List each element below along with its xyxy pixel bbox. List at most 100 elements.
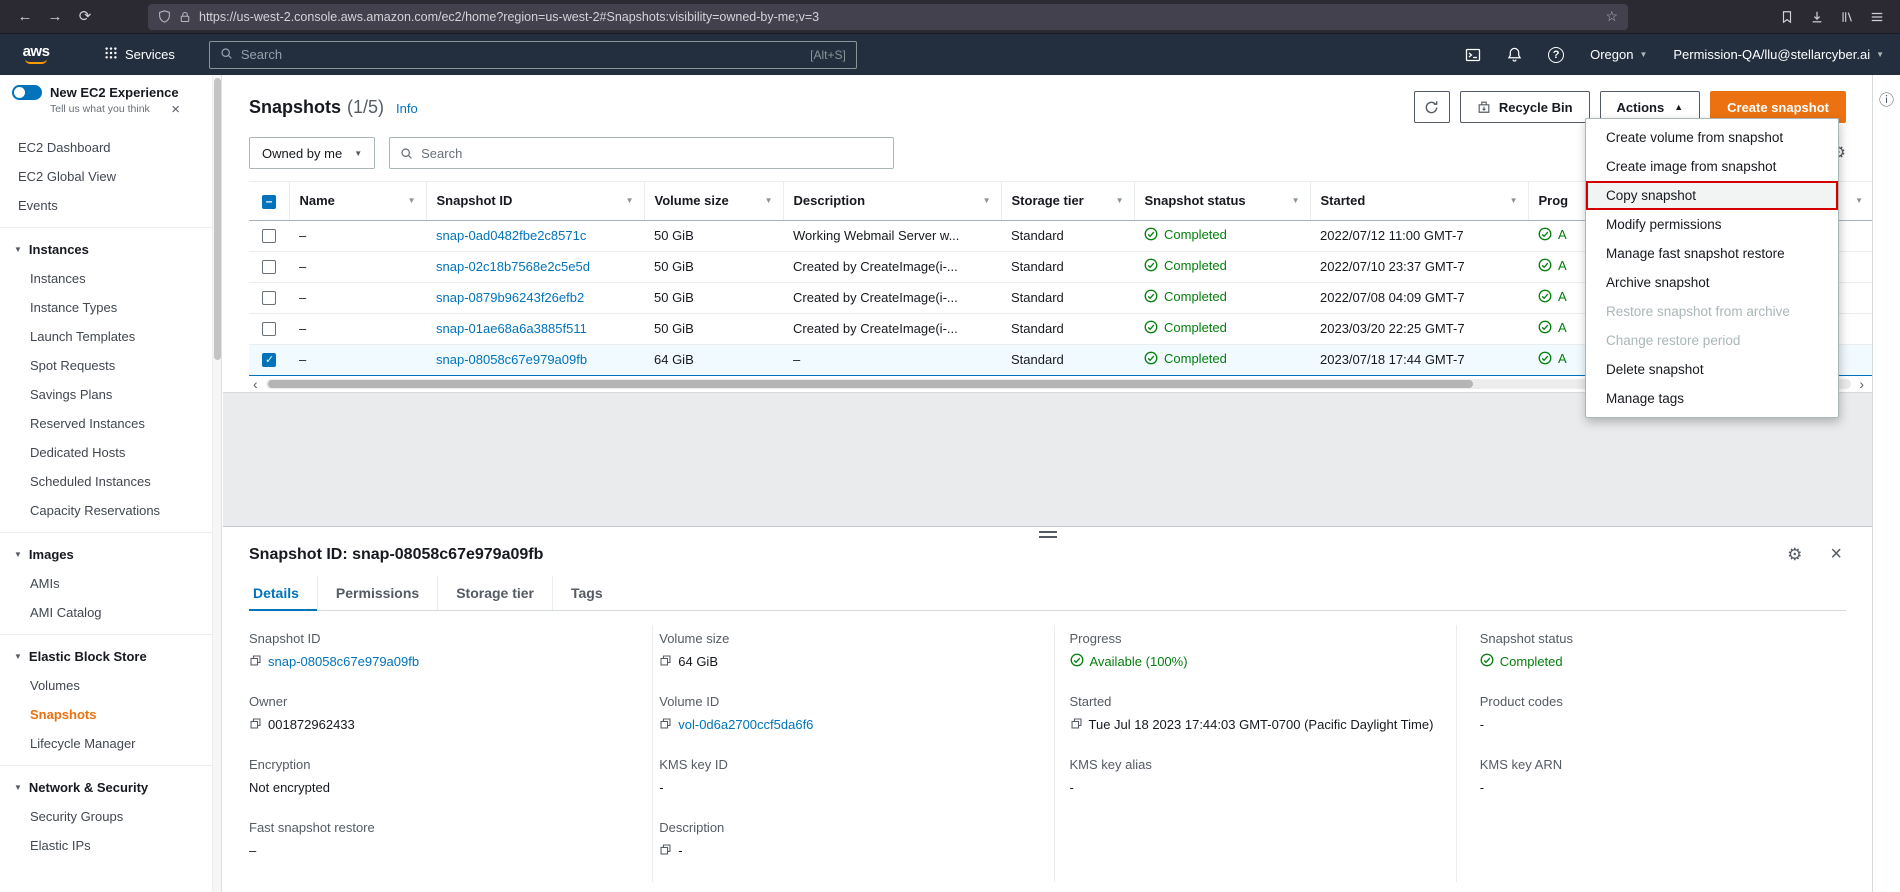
sidebar-item-lifecycle-manager[interactable]: Lifecycle Manager — [0, 729, 212, 758]
info-icon[interactable]: ⓘ — [1879, 92, 1894, 109]
menu-item-modify-permissions[interactable]: Modify permissions — [1586, 210, 1838, 239]
tab-storage-tier[interactable]: Storage tier — [437, 576, 552, 610]
sidebar-item-elastic-ips[interactable]: Elastic IPs — [0, 831, 212, 860]
menu-item-copy-snapshot[interactable]: Copy snapshot — [1586, 181, 1838, 210]
browser-forward-button[interactable]: → — [42, 4, 68, 30]
lock-icon[interactable] — [179, 11, 191, 23]
sidebar-item-capacity-reservations[interactable]: Capacity Reservations — [0, 496, 212, 525]
menu-item-manage-fast-snapshot-restore[interactable]: Manage fast snapshot restore — [1586, 239, 1838, 268]
sidebar-item-images[interactable]: ▼Images — [0, 540, 212, 569]
cloudshell-icon[interactable] — [1465, 47, 1481, 63]
menu-item-delete-snapshot[interactable]: Delete snapshot — [1586, 355, 1838, 384]
snapshot-id-link[interactable]: snap-02c18b7568e2c5e5d — [436, 259, 590, 274]
refresh-button[interactable] — [1414, 91, 1450, 123]
scrollbar-thumb[interactable] — [214, 78, 221, 360]
row-checkbox[interactable] — [262, 260, 276, 274]
close-icon[interactable]: × — [171, 101, 180, 118]
sidebar-scrollbar[interactable] — [212, 75, 222, 892]
row-checkbox[interactable] — [262, 229, 276, 243]
value-link[interactable]: snap-08058c67e979a09fb — [268, 653, 419, 672]
filter-icon[interactable]: ▼ — [1510, 196, 1518, 205]
menu-item-archive-snapshot[interactable]: Archive snapshot — [1586, 268, 1838, 297]
tab-tags[interactable]: Tags — [552, 576, 621, 610]
copy-icon[interactable] — [659, 843, 672, 856]
column-header-started[interactable]: Started▼ — [1310, 182, 1528, 220]
sidebar-item-savings-plans[interactable]: Savings Plans — [0, 380, 212, 409]
ownership-filter-dropdown[interactable]: Owned by me ▼ — [249, 137, 375, 169]
row-checkbox[interactable] — [262, 353, 276, 367]
snapshot-search-input[interactable] — [421, 146, 883, 161]
sidebar-item-network-security[interactable]: ▼Network & Security — [0, 773, 212, 802]
column-header-name[interactable]: Name▼ — [289, 182, 426, 220]
sidebar-item-launch-templates[interactable]: Launch Templates — [0, 322, 212, 351]
help-icon[interactable]: ? — [1548, 47, 1564, 63]
region-selector[interactable]: Oregon▼ — [1590, 47, 1647, 62]
sidebar-item-volumes[interactable]: Volumes — [0, 671, 212, 700]
browser-address-bar[interactable]: https://us-west-2.console.aws.amazon.com… — [148, 4, 1628, 30]
sidebar-item-elastic-block-store[interactable]: ▼Elastic Block Store — [0, 642, 212, 671]
menu-item-create-volume-from-snapshot[interactable]: Create volume from snapshot — [1586, 123, 1838, 152]
filter-icon[interactable]: ▼ — [1116, 196, 1124, 205]
notifications-bell-icon[interactable] — [1507, 47, 1522, 62]
copy-icon[interactable] — [249, 654, 262, 667]
bookmark-star-icon[interactable]: ☆ — [1605, 8, 1618, 25]
browser-reload-button[interactable]: ⟳ — [72, 4, 98, 30]
menu-icon[interactable] — [1870, 10, 1884, 24]
filter-icon[interactable]: ▼ — [1855, 196, 1863, 205]
scroll-left-arrow[interactable]: ‹ — [249, 377, 262, 391]
sidebar-item-reserved-instances[interactable]: Reserved Instances — [0, 409, 212, 438]
snapshot-search[interactable] — [389, 137, 894, 169]
sidebar-item-scheduled-instances[interactable]: Scheduled Instances — [0, 467, 212, 496]
column-header-snapshot-status[interactable]: Snapshot status▼ — [1134, 182, 1310, 220]
panel-close-icon[interactable]: × — [1830, 543, 1842, 566]
copy-icon[interactable] — [249, 717, 262, 730]
panel-drag-handle[interactable] — [1039, 531, 1057, 538]
filter-icon[interactable]: ▼ — [765, 196, 773, 205]
recycle-bin-button[interactable]: Recycle Bin — [1460, 91, 1590, 123]
sidebar-item-instance-types[interactable]: Instance Types — [0, 293, 212, 322]
download-icon[interactable] — [1810, 10, 1824, 24]
sidebar-item-ec2-dashboard[interactable]: EC2 Dashboard — [0, 133, 212, 162]
menu-item-create-image-from-snapshot[interactable]: Create image from snapshot — [1586, 152, 1838, 181]
menu-item-manage-tags[interactable]: Manage tags — [1586, 384, 1838, 413]
sidebar-item-instances[interactable]: Instances — [0, 264, 212, 293]
info-link[interactable]: Info — [396, 101, 418, 116]
column-header-volume-size[interactable]: Volume size▼ — [644, 182, 783, 220]
copy-icon[interactable] — [1070, 717, 1083, 730]
snapshot-id-link[interactable]: snap-0879b96243f26efb2 — [436, 290, 584, 305]
sidebar-item-events[interactable]: Events — [0, 191, 212, 220]
sidebar-item-ec2-global-view[interactable]: EC2 Global View — [0, 162, 212, 191]
sidebar-item-ami-catalog[interactable]: AMI Catalog — [0, 598, 212, 627]
row-checkbox[interactable] — [262, 322, 276, 336]
sidebar-item-spot-requests[interactable]: Spot Requests — [0, 351, 212, 380]
row-checkbox[interactable] — [262, 291, 276, 305]
tab-details[interactable]: Details — [249, 576, 317, 610]
browser-back-button[interactable]: ← — [12, 4, 38, 30]
filter-icon[interactable]: ▼ — [408, 196, 416, 205]
global-search-input[interactable] — [241, 47, 802, 62]
sidebar-item-security-groups[interactable]: Security Groups — [0, 802, 212, 831]
new-experience-toggle[interactable] — [12, 85, 42, 100]
sidebar-item-snapshots[interactable]: Snapshots — [0, 700, 212, 729]
snapshot-id-link[interactable]: snap-08058c67e979a09fb — [436, 352, 587, 367]
snapshot-id-link[interactable]: snap-01ae68a6a3885f511 — [436, 321, 587, 336]
copy-icon[interactable] — [659, 654, 672, 667]
account-menu[interactable]: Permission-QA/llu@stellarcyber.ai▼ — [1673, 47, 1884, 62]
value-link[interactable]: vol-0d6a2700ccf5da6f6 — [678, 716, 813, 735]
aws-logo[interactable]: aws — [16, 45, 56, 64]
scrollbar-thumb[interactable] — [268, 380, 1473, 388]
tracking-shield-icon[interactable] — [158, 10, 171, 23]
pocket-icon[interactable] — [1780, 10, 1794, 24]
scroll-right-arrow[interactable]: › — [1855, 377, 1868, 391]
sidebar-item-amis[interactable]: AMIs — [0, 569, 212, 598]
panel-settings-gear-icon[interactable]: ⚙ — [1787, 545, 1802, 565]
services-menu[interactable]: Services — [96, 46, 183, 63]
sidebar-item-dedicated-hosts[interactable]: Dedicated Hosts — [0, 438, 212, 467]
filter-icon[interactable]: ▼ — [1292, 196, 1300, 205]
library-icon[interactable] — [1840, 10, 1854, 24]
column-header-storage-tier[interactable]: Storage tier▼ — [1001, 182, 1134, 220]
snapshot-id-link[interactable]: snap-0ad0482fbe2c8571c — [436, 228, 586, 243]
copy-icon[interactable] — [659, 717, 672, 730]
column-header-snapshot-id[interactable]: Snapshot ID▼ — [426, 182, 644, 220]
global-search[interactable]: [Alt+S] — [209, 41, 857, 69]
